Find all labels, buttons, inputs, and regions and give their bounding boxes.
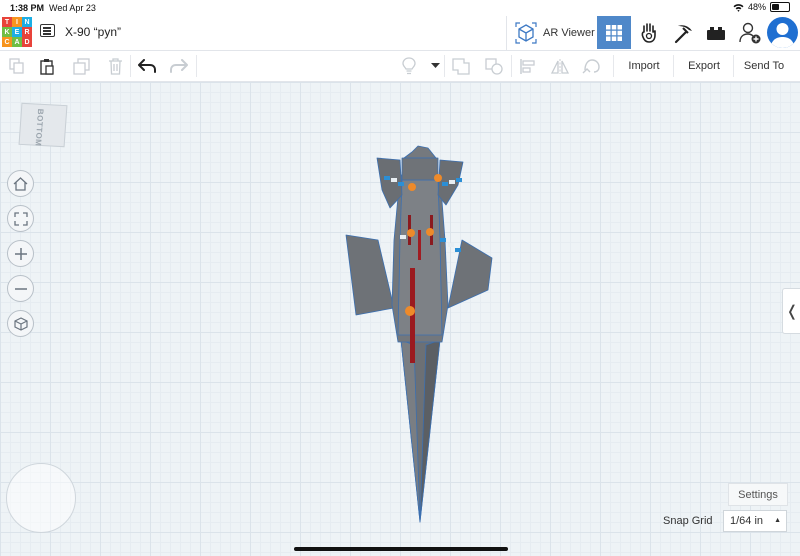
bricks-view-button[interactable] bbox=[666, 16, 700, 49]
shapes-panel-toggle[interactable]: ❬ bbox=[782, 288, 800, 334]
grid-icon bbox=[606, 24, 622, 41]
logo-letter: I bbox=[12, 17, 22, 27]
logo-letter: R bbox=[22, 27, 32, 37]
design-title[interactable]: X-90 “pyn” bbox=[65, 25, 121, 39]
copy-icon[interactable] bbox=[8, 57, 26, 75]
3d-design-view-button[interactable] bbox=[597, 16, 631, 49]
chevron-down-icon[interactable] bbox=[426, 57, 444, 75]
duplicate-icon[interactable] bbox=[72, 57, 90, 75]
lightbulb-icon[interactable] bbox=[400, 57, 418, 75]
ar-viewer-label: AR Viewer bbox=[543, 27, 595, 39]
aircraft-model[interactable] bbox=[330, 140, 510, 525]
zoom-out-button[interactable] bbox=[7, 275, 34, 302]
blocks-view-button[interactable] bbox=[632, 16, 666, 49]
align-icon[interactable] bbox=[519, 57, 537, 75]
snap-grid-label: Snap Grid bbox=[663, 515, 713, 527]
hand-icon bbox=[641, 22, 656, 43]
cruise-icon[interactable] bbox=[582, 57, 600, 75]
group-icon[interactable] bbox=[452, 57, 470, 75]
status-time: 1:38 PM bbox=[10, 3, 45, 13]
avatar-icon bbox=[770, 23, 795, 48]
minus-icon bbox=[14, 287, 27, 290]
logo-letter: C bbox=[2, 37, 12, 47]
view-cube-face-label: BOTTOM bbox=[33, 108, 46, 147]
design-list-icon[interactable] bbox=[40, 24, 55, 37]
cube-icon bbox=[13, 316, 28, 331]
import-button[interactable]: Import bbox=[620, 56, 668, 76]
export-button[interactable]: Export bbox=[680, 56, 728, 76]
zoom-in-button[interactable] bbox=[7, 240, 34, 267]
fit-all-icon bbox=[13, 211, 28, 226]
brick-icon bbox=[707, 26, 725, 40]
logo-letter: T bbox=[2, 17, 12, 27]
logo-letter: E bbox=[12, 27, 22, 37]
delete-icon[interactable] bbox=[106, 57, 124, 75]
perspective-toggle-button[interactable] bbox=[7, 310, 34, 337]
chevron-up-icon: ▲ bbox=[774, 517, 781, 524]
toolbar-divider bbox=[444, 55, 445, 77]
toolbar-divider bbox=[511, 55, 512, 77]
status-right: 48% bbox=[733, 2, 790, 12]
logo-letter: K bbox=[2, 27, 12, 37]
lego-bricks-button[interactable] bbox=[699, 16, 733, 49]
logo-letter: D bbox=[22, 37, 32, 47]
plus-icon bbox=[14, 247, 27, 260]
toolbar-divider bbox=[733, 55, 734, 77]
snap-grid-value: 1/64 in bbox=[730, 515, 764, 527]
fit-view-button[interactable] bbox=[7, 205, 34, 232]
view-cube[interactable]: BOTTOM bbox=[18, 102, 68, 148]
user-avatar[interactable] bbox=[767, 17, 798, 48]
ungroup-icon[interactable] bbox=[485, 57, 503, 75]
home-view-button[interactable] bbox=[7, 170, 34, 197]
logo-letter: N bbox=[22, 17, 32, 27]
app-header: TINKERCAD X-90 “pyn” AR Viewer bbox=[0, 16, 800, 51]
ar-viewer-button[interactable]: AR Viewer bbox=[506, 16, 597, 50]
status-date: Wed Apr 23 bbox=[49, 3, 96, 13]
toolbar-divider bbox=[673, 55, 674, 77]
home-icon bbox=[13, 176, 28, 191]
toolbar-divider bbox=[196, 55, 197, 77]
orbit-control[interactable] bbox=[6, 463, 76, 533]
toolbar-divider bbox=[613, 55, 614, 77]
invite-collaborator-button[interactable] bbox=[733, 16, 767, 49]
snap-grid-select[interactable]: 1/64 in ▲ bbox=[723, 510, 787, 532]
add-user-icon bbox=[739, 22, 761, 43]
toolbar-divider bbox=[130, 55, 131, 77]
battery-icon bbox=[770, 2, 790, 12]
edit-toolbar: Import Export Send To bbox=[0, 51, 800, 82]
battery-percent: 48% bbox=[747, 2, 766, 12]
wifi-icon bbox=[733, 3, 744, 12]
send-to-button[interactable]: Send To bbox=[738, 56, 790, 76]
paste-icon[interactable] bbox=[38, 57, 56, 75]
logo-letter: A bbox=[12, 37, 22, 47]
aircraft-body bbox=[345, 145, 493, 523]
tinkercad-logo[interactable]: TINKERCAD bbox=[2, 17, 32, 47]
undo-icon[interactable] bbox=[138, 57, 156, 75]
pickaxe-icon bbox=[674, 24, 692, 43]
settings-button[interactable]: Settings bbox=[728, 483, 788, 506]
home-indicator[interactable] bbox=[294, 547, 508, 551]
status-bar: 1:38 PM Wed Apr 23 48% bbox=[0, 0, 800, 16]
redo-icon[interactable] bbox=[170, 57, 188, 75]
mirror-icon[interactable] bbox=[551, 57, 569, 75]
ar-cube-icon bbox=[515, 22, 537, 44]
